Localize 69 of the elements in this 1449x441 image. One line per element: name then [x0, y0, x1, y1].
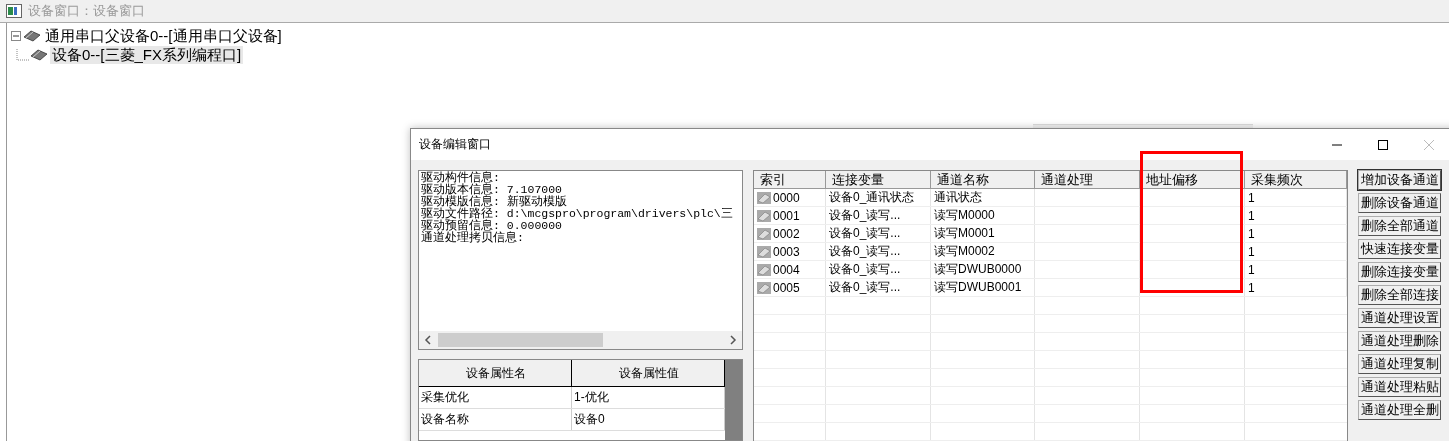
table-cell: 1	[1248, 190, 1255, 205]
table-cell: 读写M0002	[934, 243, 995, 260]
chip-icon	[757, 191, 771, 204]
table-cell: 设备名称	[419, 409, 572, 430]
table-cell: 1	[1248, 226, 1255, 241]
column-header[interactable]: 连接变量	[832, 170, 884, 189]
action-button[interactable]: 通道处理全删	[1358, 400, 1441, 420]
chip-icon	[757, 245, 771, 258]
scroll-right-icon[interactable]	[729, 335, 737, 345]
window-title: 设备窗口：设备窗口	[28, 2, 145, 20]
action-button[interactable]: 通道处理删除	[1358, 331, 1441, 351]
column-header[interactable]: 通道处理	[1041, 170, 1093, 189]
table-cell: 通讯状态	[934, 189, 982, 206]
action-button[interactable]: 增加设备通道	[1358, 170, 1441, 190]
table-cell: 1	[1248, 280, 1255, 295]
action-button[interactable]: 删除设备通道	[1358, 193, 1441, 213]
action-button[interactable]: 删除全部通道	[1358, 216, 1441, 236]
action-button[interactable]: 通道处理复制	[1358, 354, 1441, 374]
table-cell: 读写DWUB0001	[934, 279, 1022, 296]
chip-icon	[23, 29, 41, 42]
column-header[interactable]: 通道名称	[937, 170, 989, 189]
horizontal-scrollbar[interactable]	[419, 331, 742, 349]
table-cell: 0003	[773, 244, 800, 259]
chip-icon	[757, 281, 771, 294]
table-cell: 0001	[773, 208, 800, 223]
chip-icon	[757, 227, 771, 240]
info-line: 驱动预留信息: 0.000000	[421, 220, 562, 232]
window-app-icon	[6, 4, 22, 18]
action-button[interactable]: 删除全部连接	[1358, 285, 1441, 305]
table-cell: 设备0_读写...	[829, 207, 901, 224]
chip-icon	[757, 263, 771, 276]
table-cell: 设备0_读写...	[829, 279, 901, 296]
column-header[interactable]: 索引	[760, 170, 786, 189]
info-line: 驱动版本信息: 7.107000	[421, 184, 562, 196]
action-button[interactable]: 通道处理粘贴	[1358, 377, 1441, 397]
collapse-icon[interactable]	[11, 30, 21, 41]
maximize-icon[interactable]	[1377, 138, 1389, 151]
info-line: 驱动文件路径: d:\mcgspro\program\drivers\plc\三	[421, 208, 734, 220]
column-header: 设备属性名	[419, 360, 572, 386]
table-cell: 读写DWUB0000	[934, 261, 1022, 278]
table-cell: 1	[1248, 244, 1255, 259]
chip-icon	[30, 48, 48, 61]
table-cell: 0005	[773, 280, 800, 295]
table-cell: 1	[1248, 262, 1255, 277]
info-line: 驱动构件信息:	[421, 172, 501, 184]
info-line: 通道处理拷贝信息:	[421, 232, 525, 244]
tree-item[interactable]: 设备0--[三菱_FX系列编程口]	[50, 45, 244, 64]
action-button[interactable]: 删除连接变量	[1358, 262, 1441, 282]
table-cell: 1	[1248, 208, 1255, 223]
table-cell: 采集优化	[419, 387, 572, 408]
table-cell: 设备0_读写...	[829, 243, 901, 260]
table-cell: 读写M0000	[934, 207, 995, 224]
table-cell: 0000	[773, 190, 800, 205]
tree-connector-icon	[16, 48, 30, 61]
table-cell: 设备0_读写...	[829, 261, 901, 278]
table-cell: 设备0_通讯状态	[829, 189, 915, 206]
action-button[interactable]: 快速连接变量	[1358, 239, 1441, 259]
dialog-title: 设备编辑窗口	[419, 136, 491, 153]
column-header[interactable]: 采集频次	[1251, 170, 1303, 189]
column-header[interactable]: 地址偏移	[1146, 170, 1198, 189]
table-cell: 读写M0001	[934, 225, 995, 242]
chip-icon	[757, 209, 771, 222]
table-cell: 设备0_读写...	[829, 225, 901, 242]
tree-item[interactable]: 通用串口父设备0--[通用串口父设备]	[43, 26, 284, 45]
info-line: 驱动模版信息: 新驱动模版	[421, 196, 568, 208]
scroll-left-icon[interactable]	[424, 335, 432, 345]
table-cell: 0004	[773, 262, 800, 277]
action-button[interactable]: 通道处理设置	[1358, 308, 1441, 328]
table-cell: 0002	[773, 226, 800, 241]
